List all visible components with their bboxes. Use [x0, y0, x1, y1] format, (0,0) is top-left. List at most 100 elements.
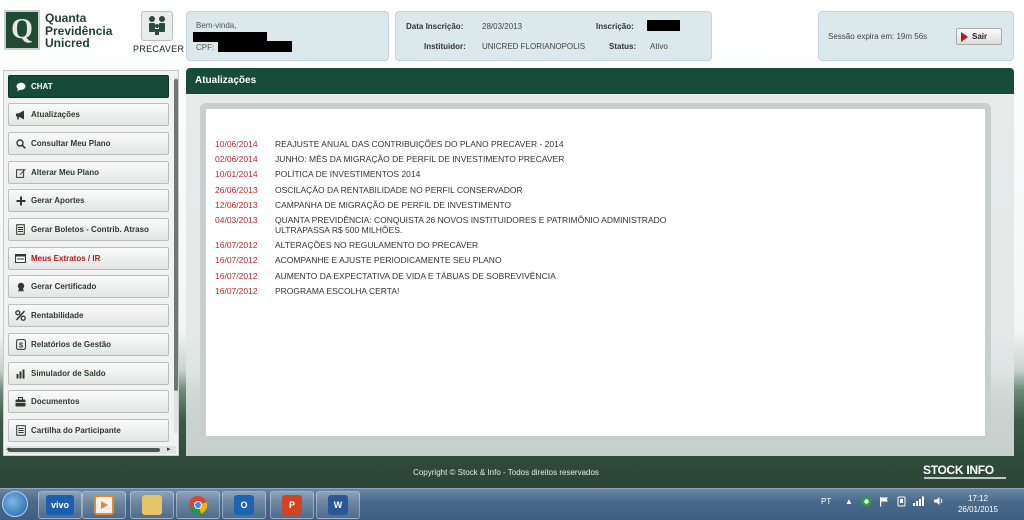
news-title-link[interactable]: AUMENTO DA EXPECTATIVA DE VIDA E TÁBUAS … [275, 271, 705, 281]
brand-line-1: Quanta [45, 11, 87, 25]
copyright-text: Copyright © Stock & Info - Todos direito… [413, 468, 599, 477]
bar-chart-icon [15, 368, 26, 379]
sidebar-item-meus-extratos[interactable]: Meus Extratos / IR [8, 247, 169, 270]
sidebar-item-gerar-certificado[interactable]: Gerar Certificado [8, 275, 169, 298]
news-title-link[interactable]: REAJUSTE ANUAL DAS CONTRIBUIÇÕES DO PLAN… [275, 139, 705, 149]
taskbar-outlook[interactable]: O [222, 491, 266, 519]
news-date: 02/06/2014 [215, 154, 258, 165]
taskbar-clock[interactable]: 17:12 26/01/2015 [955, 493, 1001, 515]
news-title-link[interactable]: POLÍTICA DE INVESTIMENTOS 2014 [275, 169, 705, 179]
sidebar-item-label: Relatórios de Gestão [31, 340, 112, 349]
news-item[interactable]: 10/06/2014 REAJUSTE ANUAL DAS CONTRIBUIÇ… [215, 139, 915, 149]
news-item[interactable]: 16/07/2012 AUMENTO DA EXPECTATIVA DE VID… [215, 271, 915, 281]
news-item[interactable]: 02/06/2014 JUNHO: MÊS DA MIGRAÇÃO DE PER… [215, 154, 915, 164]
sidebar-item-gerar-aportes[interactable]: Gerar Aportes [8, 189, 169, 212]
news-item[interactable]: 16/07/2012 PROGRAMA ESCOLHA CERTA! [215, 286, 915, 296]
folder-icon [142, 495, 162, 515]
brand-line-3: Unicred [45, 36, 90, 50]
sidebar-item-simulador-de-saldo[interactable]: Simulador de Saldo [8, 362, 169, 385]
news-item[interactable]: 04/03/2013 QUANTA PREVIDÊNCIA: CONQUISTA… [215, 215, 915, 235]
scroll-right-arrow-icon[interactable]: ▸ [167, 446, 171, 454]
stock-info-logo-underline [924, 477, 1006, 479]
news-title-link[interactable]: ACOMPANHE E AJUSTE PERIODICAMENTE SEU PL… [275, 255, 705, 265]
signal-strength-icon[interactable] [913, 496, 925, 508]
sidebar-item-alterar-meu-plano[interactable]: Alterar Meu Plano [8, 161, 169, 184]
sidebar-vertical-scroll-thumb[interactable] [174, 79, 178, 391]
scroll-left-arrow-icon[interactable]: ◂ [6, 446, 10, 454]
megaphone-icon [15, 109, 26, 120]
sidebar-item-cartilha-do-participante[interactable]: Cartilha do Participante [8, 419, 169, 442]
taskbar-media-player[interactable] [82, 491, 126, 519]
cpf-label: CPF: [196, 43, 215, 52]
taskbar-word[interactable]: W [316, 491, 360, 519]
news-date: 10/01/2014 [215, 169, 258, 180]
start-button[interactable] [2, 491, 28, 517]
sidebar-item-label: Alterar Meu Plano [31, 168, 100, 177]
sidebar-item-relatorios-de-gestao[interactable]: $ Relatórios de Gestão [8, 333, 169, 356]
taskbar-chrome[interactable] [176, 491, 220, 519]
news-date: 16/07/2012 [215, 285, 258, 296]
logout-button[interactable]: Sair [956, 28, 1002, 45]
sidebar-item-atualizacoes[interactable]: Atualizações [8, 103, 169, 126]
taskbar-file-explorer[interactable] [130, 491, 174, 519]
news-date: 16/07/2012 [215, 270, 258, 281]
svg-text:$: $ [18, 340, 23, 349]
sidebar-item-label: Rentabilidade [31, 311, 84, 320]
news-item[interactable]: 16/07/2012 ALTERAÇÕES NO REGULAMENTO DO … [215, 240, 915, 250]
news-title-link[interactable]: ALTERAÇÕES NO REGULAMENTO DO PRECAVER [275, 240, 705, 250]
news-date: 16/07/2012 [215, 255, 258, 266]
news-item[interactable]: 16/07/2012 ACOMPANHE E AJUSTE PERIODICAM… [215, 255, 915, 265]
logout-label: Sair [972, 32, 988, 41]
chat-bubble-icon [15, 81, 26, 92]
sidebar-item-label: CHAT [31, 82, 53, 91]
chrome-icon [188, 495, 208, 515]
sidebar-item-label: Simulador de Saldo [31, 369, 106, 378]
sidebar-item-gerar-boletos[interactable]: Gerar Boletos - Contrib. Atraso [8, 218, 169, 241]
language-indicator[interactable]: PT [821, 497, 831, 506]
taskbar-powerpoint[interactable]: P [270, 491, 314, 519]
logout-arrow-icon [961, 31, 968, 42]
news-title-link[interactable]: CAMPANHA DE MIGRAÇÃO DE PERFIL DE INVEST… [275, 200, 705, 210]
sidebar-item-label: Documentos [31, 397, 80, 406]
news-title-link[interactable]: QUANTA PREVIDÊNCIA: CONQUISTA 26 NOVOS I… [275, 215, 705, 235]
sidebar-item-label: Gerar Certificado [31, 282, 97, 291]
sidebar-item-chat[interactable]: CHAT [8, 75, 169, 98]
sidebar-item-consultar-meu-plano[interactable]: Consultar Meu Plano [8, 132, 169, 155]
antivirus-icon[interactable] [861, 496, 872, 509]
taskbar-vivo[interactable]: vivo [38, 491, 82, 519]
outlook-icon: O [234, 495, 254, 515]
sidebar-item-rentabilidade[interactable]: Rentabilidade [8, 304, 169, 327]
precaver-label: PRECAVER [133, 44, 185, 54]
news-date: 26/06/2013 [215, 184, 258, 195]
show-hidden-icons-icon[interactable]: ▲ [845, 497, 853, 506]
news-date: 16/07/2012 [215, 240, 258, 251]
action-center-flag-icon[interactable] [879, 496, 889, 509]
news-item[interactable]: 10/01/2014 POLÍTICA DE INVESTIMENTOS 201… [215, 169, 915, 179]
news-title-link[interactable]: PROGRAMA ESCOLHA CERTA! [275, 286, 705, 296]
cpf-redacted [218, 41, 292, 52]
news-item[interactable]: 26/06/2013 OSCILAÇÃO DA RENTABILIDADE NO… [215, 185, 915, 195]
news-title-link[interactable]: JUNHO: MÊS DA MIGRAÇÃO DE PERFIL DE INVE… [275, 154, 705, 164]
sidebar-horizontal-scroll-thumb[interactable] [8, 448, 160, 452]
powerpoint-icon: P [282, 495, 302, 515]
percent-icon [15, 310, 26, 321]
status-label: Status: [609, 42, 637, 51]
vivo-icon: vivo [46, 495, 74, 515]
sidebar-item-documentos[interactable]: Documentos [8, 390, 169, 413]
windows-taskbar: vivo O P W PT ▲ 17:12 26/01/2015 [0, 488, 1024, 520]
stock-info-logo: STOCK INFO [923, 463, 994, 477]
device-icon[interactable] [896, 496, 907, 509]
logo-letter: Q [11, 14, 33, 45]
quanta-logo[interactable]: Q [4, 10, 40, 50]
instituidor-value: UNICRED FLORIANOPOLIS [482, 42, 586, 51]
news-title-link[interactable]: OSCILAÇÃO DA RENTABILIDADE NO PERFIL CON… [275, 185, 705, 195]
booklet-icon [15, 425, 26, 436]
clock-time: 17:12 [967, 494, 989, 503]
news-date: 12/06/2013 [215, 199, 258, 210]
news-date: 10/06/2014 [215, 139, 258, 149]
search-icon [15, 138, 26, 149]
volume-icon[interactable] [933, 496, 944, 508]
news-item[interactable]: 12/06/2013 CAMPANHA DE MIGRAÇÃO DE PERFI… [215, 200, 915, 210]
header: Q Quanta Previdência Unicred PRECAVER Be… [0, 0, 1024, 66]
sidebar: CHAT Atualizações Consultar Meu Plano Al… [3, 70, 179, 456]
